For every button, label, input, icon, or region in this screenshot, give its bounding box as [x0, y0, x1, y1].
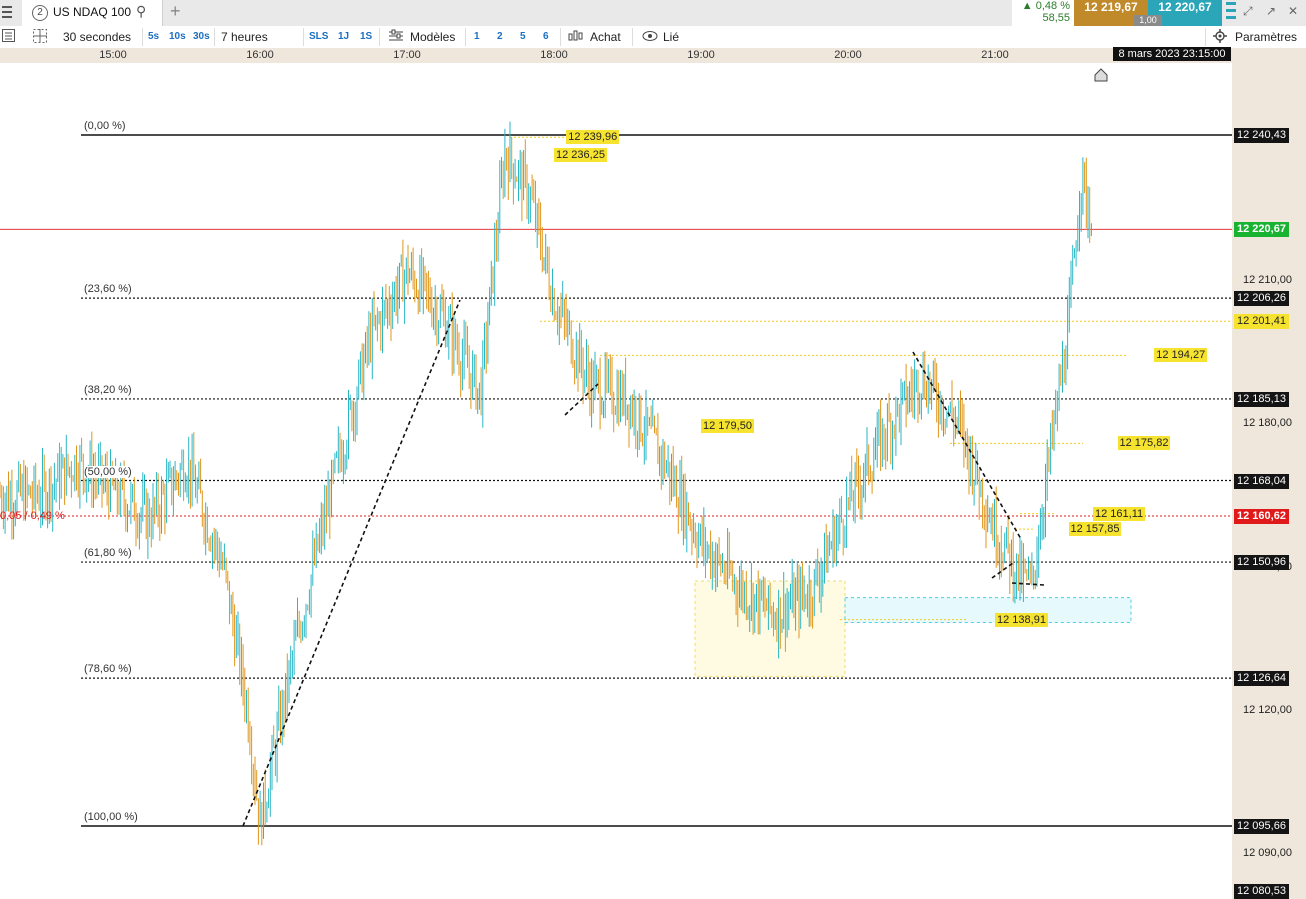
time-tick-label: 18:00 — [540, 49, 568, 61]
time-tick-label: 15:00 — [99, 49, 127, 61]
quote-change: ▲ 0,48 % 58,55 — [1012, 0, 1074, 26]
linked-button[interactable]: Lié — [663, 30, 679, 44]
layout-icon[interactable] — [1226, 0, 1236, 25]
range-sls[interactable]: SLS — [309, 31, 328, 42]
fibonacci-level-label: (23,60 %) — [84, 283, 132, 296]
cursor-date-label: 8 mars 2023 23:15:00 — [1113, 47, 1231, 61]
bid-price: 12 219,67 — [1084, 0, 1138, 14]
range-1j[interactable]: 1J — [338, 31, 349, 42]
price-axis-tag: 12 206,26 — [1234, 291, 1289, 307]
trend-line — [242, 299, 461, 827]
price-axis-tag: 12 220,67 — [1234, 222, 1289, 238]
change-percent: 0,48 % — [1035, 0, 1070, 12]
layout-5[interactable]: 5 — [520, 31, 526, 42]
trend-line — [912, 351, 1022, 540]
price-level-label: 12 161,11 — [1093, 506, 1146, 521]
price-axis-tag: 12 095,66 — [1234, 819, 1289, 834]
fibonacci-level-label: (61,80 %) — [84, 547, 132, 560]
price-chart[interactable] — [0, 63, 1232, 899]
fibonacci-level-label: (50,00 %) — [84, 465, 132, 478]
price-axis-tag: 12 080,53 — [1234, 884, 1289, 899]
interval-30s[interactable]: 30s — [193, 31, 210, 42]
price-level-label: 12 138,91 — [995, 612, 1048, 627]
interval-select[interactable]: 30 secondes — [63, 30, 131, 44]
close-icon[interactable]: ✕ — [1288, 4, 1298, 18]
expand-icon[interactable]: ⤢ — [1243, 4, 1253, 19]
price-axis-tag: 12 185,13 — [1234, 391, 1289, 407]
add-tab-icon[interactable]: + — [170, 1, 181, 22]
price-level-label: 12 236,25 — [554, 147, 607, 162]
settings-button[interactable]: Paramètres — [1235, 30, 1297, 44]
search-icon[interactable]: ⚲ — [136, 3, 146, 20]
price-level-label: 12 194,27 — [1154, 348, 1208, 363]
detach-icon[interactable]: ↗ — [1266, 4, 1276, 18]
interval-10s[interactable]: 10s — [169, 31, 186, 42]
price-axis-tag: 12 201,41 — [1234, 314, 1289, 330]
price-axis-tag: 12 168,04 — [1234, 473, 1289, 489]
time-axis[interactable]: 15:00 16:00 17:00 18:00 19:00 20:00 21:00 — [0, 48, 1232, 63]
hamburger-menu-icon[interactable] — [2, 6, 12, 21]
price-level-label: 12 157,85 — [1068, 522, 1122, 537]
chart-tab[interactable]: 2 US NDAQ 100 ⚲ — [22, 0, 163, 26]
layout-6[interactable]: 6 — [543, 31, 549, 42]
price-tick-label: 12 120,00 — [1243, 703, 1292, 716]
eye-icon — [642, 29, 658, 46]
price-axis-tag: 12 126,64 — [1234, 671, 1289, 687]
templates-icon — [389, 29, 403, 46]
chart-toolbar: 30 secondes 5s 10s 30s 7 heures SLS 1J 1… — [0, 26, 1306, 49]
change-points: 58,55 — [1042, 12, 1070, 24]
price-level-label: 12 175,82 — [1117, 436, 1171, 451]
title-bar: 2 US NDAQ 100 ⚲ + ▲ 0,48 % 58,55 12 219,… — [0, 0, 1306, 27]
ask-price: 12 220,67 — [1158, 0, 1212, 14]
fibonacci-level-label: (0,00 %) — [84, 120, 126, 132]
alert-line-label: 0,05 / 0,49 % — [0, 509, 65, 522]
cursor-marker-icon — [1094, 68, 1108, 82]
up-triangle-icon: ▲ — [1021, 0, 1033, 12]
duration-select[interactable]: 7 heures — [221, 30, 268, 44]
time-tick-label: 17:00 — [393, 49, 421, 61]
fibonacci-level-label: (78,60 %) — [84, 663, 132, 676]
gear-icon — [1213, 29, 1227, 46]
range-1s[interactable]: 1S — [360, 31, 372, 42]
list-icon[interactable] — [2, 29, 15, 45]
price-level-label: 12 239,96 — [566, 130, 620, 145]
price-tick-label: 12 180,00 — [1243, 417, 1292, 430]
price-tick-label: 12 090,00 — [1243, 847, 1292, 860]
layout-2[interactable]: 2 — [497, 31, 503, 42]
time-tick-label: 20:00 — [834, 49, 862, 61]
templates-button[interactable]: Modèles — [410, 30, 455, 44]
price-axis-tag: 12 160,62 — [1234, 508, 1289, 524]
buy-button[interactable]: Achat — [590, 30, 621, 44]
crosshair-icon[interactable] — [33, 29, 47, 46]
time-tick-label: 19:00 — [687, 49, 715, 61]
time-tick-label: 21:00 — [981, 49, 1009, 61]
instrument-title: US NDAQ 100 — [53, 5, 132, 19]
price-level-label: 12 179,50 — [701, 418, 754, 433]
fibonacci-level-label: (100,00 %) — [84, 811, 138, 823]
tab-number-badge: 2 — [32, 5, 48, 21]
price-axis-tag: 12 240,43 — [1234, 128, 1289, 143]
support-zone — [844, 597, 1132, 623]
layout-1[interactable]: 1 — [474, 31, 480, 42]
price-axis-tag: 12 150,96 — [1234, 555, 1289, 571]
buy-icon — [568, 29, 584, 46]
price-tick-label: 12 210,00 — [1243, 274, 1292, 287]
time-tick-label: 16:00 — [246, 49, 274, 61]
interval-5s[interactable]: 5s — [148, 31, 159, 42]
fibonacci-level-label: (38,20 %) — [84, 383, 132, 396]
quantity-field[interactable]: 1,00 — [1134, 15, 1162, 26]
